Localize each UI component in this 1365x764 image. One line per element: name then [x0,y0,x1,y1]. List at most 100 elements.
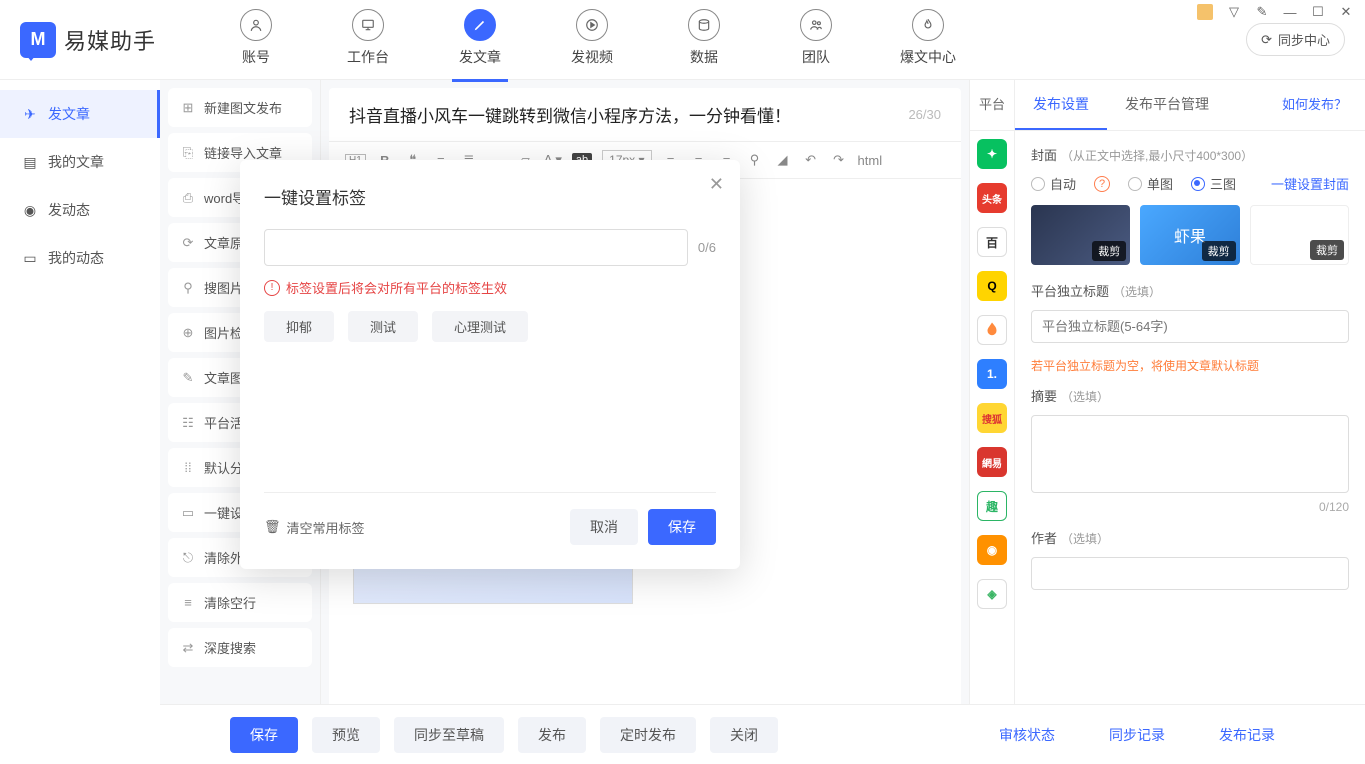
platform-qutoutiao[interactable]: 趣 [977,491,1007,521]
modal-cancel-button[interactable]: 取消 [570,509,638,545]
platform-other[interactable]: ◈ [977,579,1007,609]
summary-count: 0/120 [1031,500,1349,514]
radio-auto[interactable]: 自动 [1031,174,1076,193]
platform-sohu[interactable]: 搜狐 [977,403,1007,433]
sidebar-my-articles[interactable]: ▤我的文章 [0,138,160,186]
link-icon: ⎘ [180,145,196,161]
summary-input[interactable] [1031,415,1349,493]
tag-input[interactable] [264,229,688,266]
close-button[interactable]: 关闭 [710,717,778,753]
schedule-button[interactable]: 定时发布 [600,717,696,753]
tool-clear-blank[interactable]: ≡清除空行 [168,583,312,622]
platform-weibo[interactable]: ◉ [977,535,1007,565]
publish-button[interactable]: 发布 [518,717,586,753]
topnav-hot[interactable]: 爆文中心 [872,0,984,81]
topnav-workbench[interactable]: 工作台 [312,0,424,81]
blank-icon: ≡ [180,595,196,610]
minimize-icon[interactable]: — [1283,5,1297,19]
topnav-account[interactable]: 账号 [200,0,312,81]
sidebar-publish-article[interactable]: ✈发文章 [0,90,160,138]
close-window-icon[interactable]: ✕ [1339,5,1353,19]
tag-suggestion-2[interactable]: 测试 [348,311,418,342]
sync-log-button[interactable]: 同步记录 [1089,717,1185,753]
preview-button[interactable]: 预览 [312,717,380,753]
author-label: 作者 [1031,531,1057,546]
modal-save-button[interactable]: 保存 [648,509,716,545]
cover-thumb-1[interactable]: 裁剪 [1031,205,1130,265]
cover-hint: （从正文中选择,最小尺寸400*300） [1061,149,1253,163]
pin-icon[interactable] [1197,4,1213,20]
radio-single[interactable]: 单图 [1128,174,1173,193]
tool-new-article[interactable]: ⊞新建图文发布 [168,88,312,127]
word-icon: ⎙ [180,190,196,206]
help-icon[interactable]: ? [1094,176,1110,192]
redo-icon[interactable]: ↷ [830,152,848,168]
title-count: 26/30 [908,107,941,122]
article-title[interactable]: 抖音直播小风车一键跳转到微信小程序方法，一分钟看懂！ [349,102,908,127]
crop-button-2[interactable]: 裁剪 [1202,241,1236,261]
deep-search-icon: ⇄ [180,640,196,656]
platform-title-input[interactable] [1031,310,1349,343]
topnav-data[interactable]: 数据 [648,0,760,81]
topnav-article[interactable]: 发文章 [424,0,536,81]
modal-close-icon[interactable]: ✕ [709,174,724,195]
platform-yidian[interactable]: 1. [977,359,1007,389]
tag-suggestion-1[interactable]: 抑郁 [264,311,334,342]
platform-wechat[interactable]: ✦ [977,139,1007,169]
eraser-icon[interactable]: ◢ [774,152,792,168]
set-cover-link[interactable]: 一键设置封面 [1271,174,1349,193]
tab-platform-manage[interactable]: 发布平台管理 [1107,80,1227,130]
image-check-icon: ⊕ [180,325,196,341]
crop-button-1[interactable]: 裁剪 [1092,241,1126,261]
send-icon: ✈ [22,106,38,123]
tag-modal: ✕ 一键设置标签 0/6 标签设置后将会对所有平台的标签生效 抑郁 测试 心理测… [240,160,740,569]
plus-icon: ⊞ [180,100,196,116]
maximize-icon[interactable]: ☐ [1311,5,1325,19]
audit-status-button[interactable]: 审核状态 [979,717,1075,753]
topnav-team[interactable]: 团队 [760,0,872,81]
crop-button-3[interactable]: 裁剪 [1310,240,1344,260]
app-name: 易媒助手 [64,24,156,56]
modal-title: 一键设置标签 [264,184,716,209]
tag-suggestion-3[interactable]: 心理测试 [432,311,528,342]
tag-warning: 标签设置后将会对所有平台的标签生效 [264,278,716,297]
save-button[interactable]: 保存 [230,717,298,753]
find-icon[interactable]: ⚲ [746,152,764,168]
topnav-video[interactable]: 发视频 [536,0,648,81]
how-to-publish-link[interactable]: 如何发布？ [1264,80,1365,130]
trash-icon: 🗑 [264,519,281,535]
platform-baijia[interactable]: 百 [977,227,1007,257]
radio-triple[interactable]: 三图 [1191,174,1236,193]
dropdown-icon[interactable]: ▽ [1227,5,1241,19]
cover-label: 封面 [1031,148,1057,163]
sidebar-publish-moment[interactable]: ◉发动态 [0,186,160,234]
sync-draft-button[interactable]: 同步至草稿 [394,717,504,753]
platform-list: ✦ 头条 百 Q 1. 搜狐 網易 趣 ◉ ◈ [970,131,1015,764]
clear-tags-button[interactable]: 🗑清空常用标签 [264,518,365,537]
platform-col-header: 平台 [970,80,1015,130]
cover-thumb-2[interactable]: 虾果裁剪 [1140,205,1239,265]
sync-center-button[interactable]: ⟳同步中心 [1246,23,1345,56]
html-icon[interactable]: html [858,153,883,168]
title-label: 平台独立标题 [1031,284,1109,299]
platform-qq[interactable]: Q [977,271,1007,301]
search-icon: ⚲ [180,280,196,296]
sidebar-my-moments[interactable]: ▭我的动态 [0,234,160,282]
undo-icon[interactable]: ↶ [802,152,820,168]
edit-icon[interactable]: ✎ [1255,5,1269,19]
platform-ifeng[interactable] [977,315,1007,345]
tag-count: 0/6 [698,240,716,255]
image-edit-icon: ✎ [180,370,196,386]
author-input[interactable] [1031,557,1349,590]
refresh-icon: ⟳ [1261,32,1272,48]
app-logo[interactable]: M 易媒助手 [20,22,180,58]
publish-log-button[interactable]: 发布记录 [1199,717,1295,753]
cover-thumb-3[interactable]: 裁剪 [1250,205,1349,265]
tab-publish-settings[interactable]: 发布设置 [1015,80,1107,130]
category-icon: ⁞⁞ [180,460,196,475]
activity-icon: ☷ [180,415,196,431]
platform-toutiao[interactable]: 头条 [977,183,1007,213]
platform-163[interactable]: 網易 [977,447,1007,477]
logo-mark: M [20,22,56,58]
tool-deep-search[interactable]: ⇄深度搜索 [168,628,312,667]
